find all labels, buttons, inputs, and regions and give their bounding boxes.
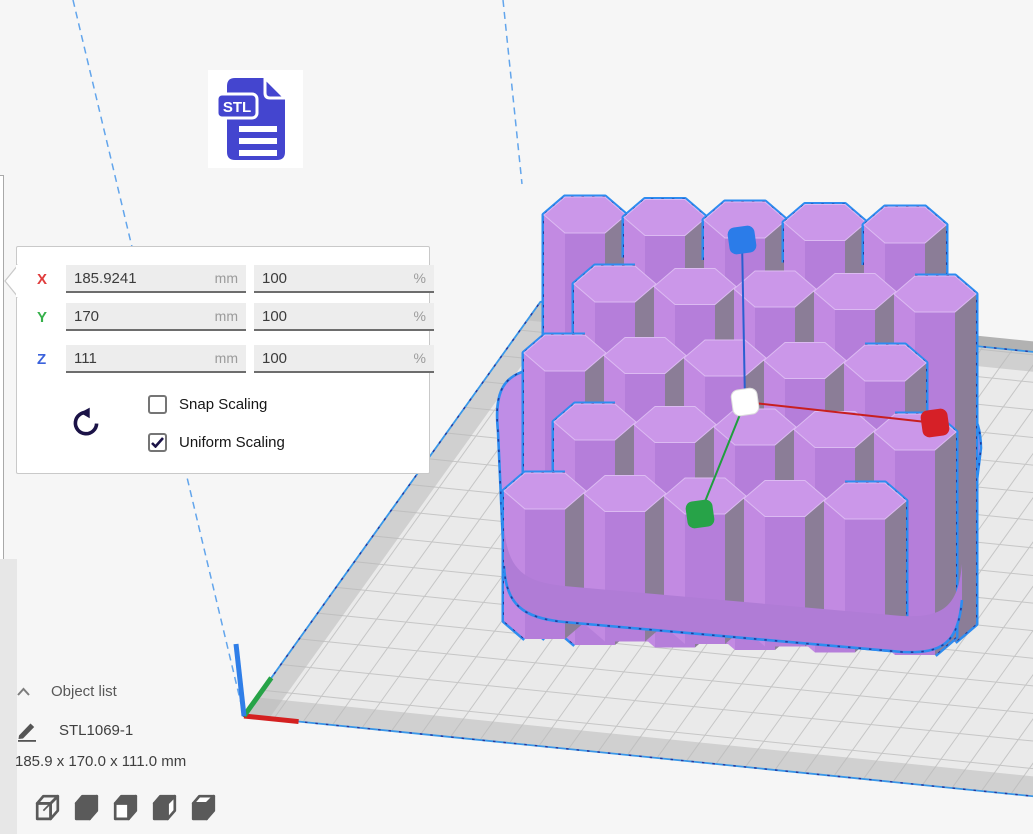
cube-glyph <box>187 790 220 824</box>
scale-z-mm-value: 111 <box>74 350 97 367</box>
object-dimensions: 185.9 x 170.0 x 111.0 mm <box>15 753 186 770</box>
scale-y-mm-value: 170 <box>74 308 99 325</box>
scale-z-percent-unit: % <box>414 350 426 366</box>
scale-handle-center[interactable] <box>730 387 759 416</box>
object-list-label: Object list <box>51 683 117 700</box>
scale-x-percent-unit: % <box>414 270 426 286</box>
left-gray-strip <box>0 559 17 834</box>
scale-x-mm-value: 185.9241 <box>74 270 137 287</box>
snap-scaling-label: Snap Scaling <box>179 396 267 413</box>
cube-glyph <box>70 790 103 824</box>
object-item-label: STL1069-1 <box>59 722 133 739</box>
view-top-icon[interactable] <box>187 790 220 824</box>
cube-glyph <box>109 790 142 824</box>
view-3d-icon[interactable] <box>31 790 64 824</box>
scale-y-mm-unit: mm <box>215 308 238 324</box>
uniform-scaling-checkbox-box <box>148 433 167 452</box>
reset-icon <box>69 406 103 440</box>
scale-y-percent-field[interactable]: 100 % <box>254 303 434 331</box>
scale-z-percent-field[interactable]: 100 % <box>254 345 434 373</box>
scale-handle-z[interactable] <box>727 225 757 255</box>
left-toolbar-edge <box>0 175 4 561</box>
snap-scaling-checkbox[interactable]: Snap Scaling <box>148 395 267 414</box>
stl-file-icon: STL <box>215 74 297 164</box>
view-front-icon[interactable] <box>70 790 103 824</box>
axis-y-label: Y <box>37 309 49 326</box>
scale-tool-panel: X 185.9241 mm 100 % Y 170 mm 100 % Z 111… <box>16 246 430 474</box>
panel-arrow-tail <box>3 264 18 298</box>
uniform-scaling-checkbox[interactable]: Uniform Scaling <box>148 433 285 452</box>
scale-z-mm-field[interactable]: 111 mm <box>66 345 246 373</box>
uniform-scaling-label: Uniform Scaling <box>179 434 285 451</box>
axis-z-label: Z <box>37 351 49 368</box>
scale-x-mm-unit: mm <box>215 270 238 286</box>
object-list-header[interactable]: Object list <box>16 683 117 700</box>
stl-file-thumbnail: STL <box>208 70 303 168</box>
scale-x-percent-value: 100 <box>262 270 287 287</box>
snap-scaling-checkbox-box <box>148 395 167 414</box>
scale-y-percent-unit: % <box>414 308 426 324</box>
scale-y-percent-value: 100 <box>262 308 287 325</box>
view-right-icon[interactable] <box>148 790 181 824</box>
chevron-up-icon <box>16 687 31 697</box>
object-list-item[interactable]: STL1069-1 <box>16 719 133 742</box>
scale-x-percent-field[interactable]: 100 % <box>254 265 434 293</box>
reset-scale-button[interactable] <box>67 405 105 443</box>
cube-glyph <box>148 790 181 824</box>
scale-handle-x[interactable] <box>920 408 950 438</box>
scale-x-mm-field[interactable]: 185.9241 mm <box>66 265 246 293</box>
cube-glyph <box>31 790 64 824</box>
view-left-icon[interactable] <box>109 790 142 824</box>
rename-pencil-icon <box>16 719 39 742</box>
scale-handle-y[interactable] <box>685 499 715 529</box>
axis-x-label: X <box>37 271 49 288</box>
checkmark-icon <box>151 437 164 448</box>
camera-view-toolbar <box>31 790 220 824</box>
scale-y-mm-field[interactable]: 170 mm <box>66 303 246 331</box>
stl-label: STL <box>222 99 250 116</box>
scale-z-mm-unit: mm <box>215 350 238 366</box>
scale-z-percent-value: 100 <box>262 350 287 367</box>
